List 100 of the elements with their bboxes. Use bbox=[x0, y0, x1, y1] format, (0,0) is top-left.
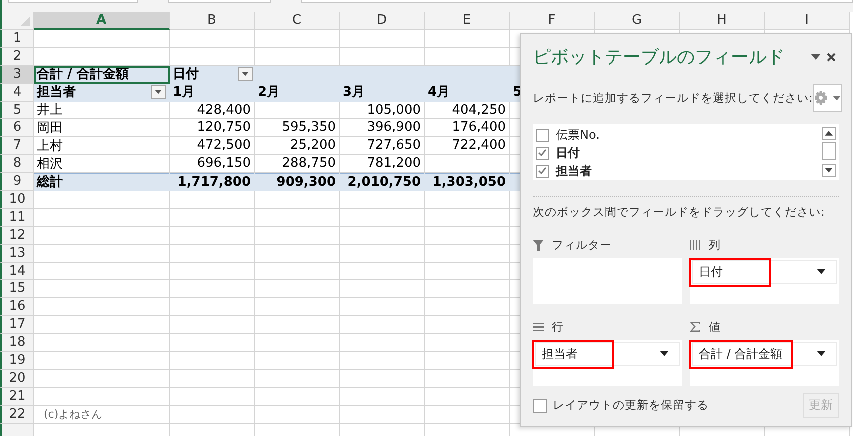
table-cell: 696,150 bbox=[170, 155, 255, 174]
filter-dropdown-button[interactable] bbox=[151, 85, 166, 100]
row-header[interactable]: 6 bbox=[0, 119, 34, 138]
field-item[interactable]: 担当者 bbox=[533, 162, 822, 180]
caret-icon bbox=[155, 90, 162, 94]
row-header[interactable]: 20 bbox=[0, 370, 34, 388]
row-header[interactable]: 8 bbox=[0, 155, 34, 174]
field-chip[interactable]: 担当者 bbox=[535, 342, 680, 366]
table-cell: 120,750 bbox=[170, 119, 255, 138]
table-cell: 909,300 bbox=[255, 173, 340, 192]
row-header[interactable]: 15 bbox=[0, 280, 34, 298]
sigma-icon bbox=[690, 322, 701, 332]
table-cell: 404,250 bbox=[425, 102, 510, 120]
table-cell: 3月 bbox=[340, 84, 425, 102]
column-header[interactable]: H bbox=[680, 12, 765, 30]
table-cell: 4月 bbox=[425, 84, 510, 102]
table-cell: (c)よねさん bbox=[34, 406, 170, 424]
scrollbar-thumb[interactable] bbox=[822, 142, 836, 160]
row-header[interactable]: 11 bbox=[0, 208, 34, 227]
table-cell: 595,350 bbox=[255, 119, 340, 138]
table-cell: 288,750 bbox=[255, 155, 340, 174]
row-header[interactable]: 14 bbox=[0, 262, 34, 280]
checkbox[interactable] bbox=[536, 146, 549, 160]
drop-area[interactable]: 担当者 bbox=[533, 340, 682, 386]
corner-triangle-icon bbox=[21, 17, 30, 26]
row-header[interactable]: 10 bbox=[0, 191, 34, 209]
caret-icon bbox=[817, 269, 826, 275]
field-item[interactable]: 日付 bbox=[533, 144, 822, 162]
table-cell: 岡田 bbox=[34, 119, 170, 138]
field-label: 日付 bbox=[556, 144, 580, 162]
table-cell: 722,400 bbox=[425, 137, 510, 156]
row-header[interactable]: 19 bbox=[0, 352, 34, 370]
row-header[interactable]: 12 bbox=[0, 226, 34, 245]
filter-icon bbox=[533, 240, 544, 250]
row-header[interactable]: 21 bbox=[0, 388, 34, 406]
field-chip[interactable]: 日付 bbox=[692, 260, 837, 284]
column-header[interactable]: F bbox=[510, 12, 595, 30]
toolbar-field[interactable] bbox=[168, 0, 272, 3]
table-cell: 相沢 bbox=[34, 155, 170, 174]
column-header[interactable]: B bbox=[170, 12, 255, 30]
row-header[interactable]: 22 bbox=[0, 406, 34, 424]
table-cell: 2,010,750 bbox=[340, 173, 425, 192]
column-header[interactable]: G bbox=[595, 12, 680, 30]
row-header[interactable]: 17 bbox=[0, 316, 34, 334]
field-label: 担当者 bbox=[37, 84, 76, 102]
table-cell: 428,400 bbox=[170, 102, 255, 120]
area-label: 列 bbox=[709, 238, 721, 252]
row-header[interactable]: 5 bbox=[0, 102, 34, 120]
field-chip[interactable]: 合計 / 合計金額 bbox=[692, 342, 837, 366]
field-label: 日付 bbox=[173, 66, 199, 84]
row-header[interactable]: 9 bbox=[0, 173, 34, 192]
row-header[interactable]: 3 bbox=[0, 66, 34, 84]
up-arrow-icon bbox=[825, 130, 833, 136]
checkbox[interactable] bbox=[533, 398, 547, 412]
select-all-corner[interactable] bbox=[0, 12, 34, 30]
column-header[interactable]: D bbox=[340, 12, 425, 30]
field-label: 伝票No. bbox=[556, 126, 600, 144]
checkbox[interactable] bbox=[536, 128, 549, 142]
field-item[interactable]: 伝票No. bbox=[533, 126, 822, 144]
active-cell: 合計 / 合計金額 bbox=[34, 66, 170, 84]
drop-area[interactable]: 日付 bbox=[690, 258, 839, 304]
row-header[interactable]: 13 bbox=[0, 244, 34, 263]
drop-area[interactable]: 合計 / 合計金額 bbox=[690, 340, 839, 386]
scroll-down-button[interactable] bbox=[822, 164, 836, 177]
column-header[interactable]: A bbox=[34, 12, 170, 30]
field-label: 担当者 bbox=[556, 162, 592, 180]
column-header[interactable]: C bbox=[255, 12, 340, 30]
column-header[interactable]: E bbox=[425, 12, 510, 30]
settings-button[interactable] bbox=[812, 84, 842, 112]
check-icon bbox=[538, 149, 547, 157]
row-header[interactable]: 2 bbox=[0, 48, 34, 66]
table-cell: 25,200 bbox=[255, 137, 340, 156]
table-cell: 井上 bbox=[34, 102, 170, 120]
row-header[interactable]: 16 bbox=[0, 298, 34, 316]
table-cell: 176,400 bbox=[425, 119, 510, 138]
columns-icon bbox=[690, 240, 701, 250]
area-label: 行 bbox=[552, 320, 564, 334]
caret-icon bbox=[811, 54, 821, 60]
row-header[interactable]: 7 bbox=[0, 137, 34, 156]
checkbox-label: レイアウトの更新を保留する bbox=[553, 398, 709, 413]
table-cell: 1,717,800 bbox=[170, 173, 255, 192]
chip-label: 合計 / 合計金額 bbox=[689, 340, 793, 368]
chip-label: 担当者 bbox=[532, 340, 614, 368]
table-cell: 上村 bbox=[34, 137, 170, 156]
table-cell: 総計 bbox=[34, 173, 170, 192]
panel-menu-button[interactable] bbox=[808, 54, 824, 60]
scroll-up-button[interactable] bbox=[822, 127, 836, 140]
row-header[interactable]: 1 bbox=[0, 30, 34, 48]
chip-label: 日付 bbox=[689, 258, 771, 286]
table-cell: 2月 bbox=[255, 84, 340, 102]
row-header[interactable]: 18 bbox=[0, 334, 34, 352]
row-header[interactable]: 4 bbox=[0, 84, 34, 102]
table-cell: 472,500 bbox=[170, 137, 255, 156]
table-cell: 1月 bbox=[170, 84, 255, 102]
checkbox[interactable] bbox=[536, 164, 549, 178]
close-icon bbox=[827, 52, 836, 62]
down-arrow-icon bbox=[825, 168, 833, 173]
column-header[interactable]: I bbox=[765, 12, 850, 30]
filter-dropdown-button[interactable] bbox=[238, 67, 253, 82]
instruction-text: 次のボックス間でフィールドをドラッグしてください: bbox=[533, 205, 826, 220]
